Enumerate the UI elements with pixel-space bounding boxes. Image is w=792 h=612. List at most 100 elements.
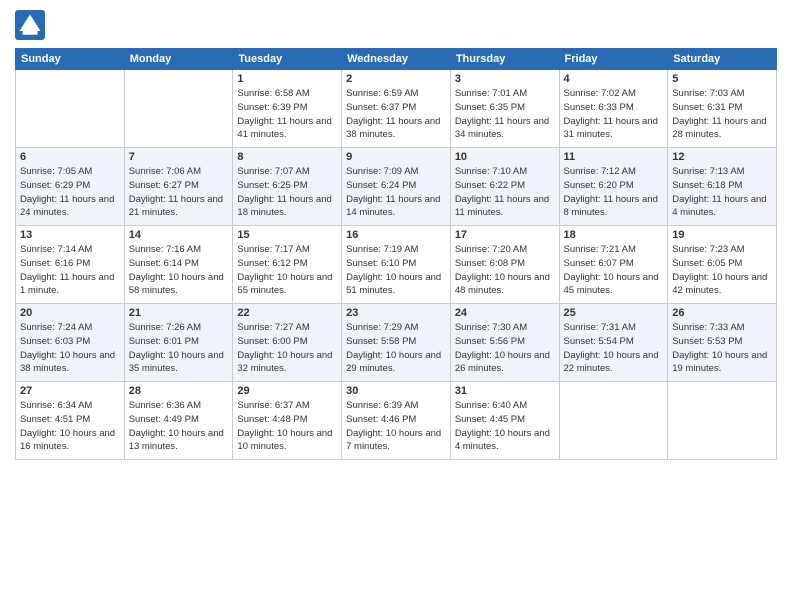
day-header-tuesday: Tuesday	[233, 49, 342, 70]
calendar-cell	[16, 70, 125, 148]
calendar-cell	[124, 70, 233, 148]
day-number: 31	[455, 385, 555, 397]
day-info: Sunrise: 7:16 AM Sunset: 6:14 PM Dayligh…	[129, 243, 229, 298]
day-info: Sunrise: 6:39 AM Sunset: 4:46 PM Dayligh…	[346, 399, 446, 454]
calendar-week-3: 13 Sunrise: 7:14 AM Sunset: 6:16 PM Dayli…	[16, 226, 777, 304]
day-info: Sunrise: 7:07 AM Sunset: 6:25 PM Dayligh…	[237, 165, 337, 220]
day-number: 15	[237, 229, 337, 241]
day-number: 26	[672, 307, 772, 319]
day-number: 18	[564, 229, 664, 241]
calendar-cell: 14 Sunrise: 7:16 AM Sunset: 6:14 PM Dayli…	[124, 226, 233, 304]
day-number: 25	[564, 307, 664, 319]
calendar-cell: 12 Sunrise: 7:13 AM Sunset: 6:18 PM Dayli…	[668, 148, 777, 226]
day-info: Sunrise: 7:10 AM Sunset: 6:22 PM Dayligh…	[455, 165, 555, 220]
calendar-cell: 18 Sunrise: 7:21 AM Sunset: 6:07 PM Dayli…	[559, 226, 668, 304]
calendar-cell: 29 Sunrise: 6:37 AM Sunset: 4:48 PM Dayli…	[233, 382, 342, 460]
calendar-cell: 16 Sunrise: 7:19 AM Sunset: 6:10 PM Dayli…	[342, 226, 451, 304]
day-info: Sunrise: 7:31 AM Sunset: 5:54 PM Dayligh…	[564, 321, 664, 376]
day-number: 12	[672, 151, 772, 163]
day-info: Sunrise: 6:59 AM Sunset: 6:37 PM Dayligh…	[346, 87, 446, 142]
calendar-cell: 28Sunrise: 6:36 AM Sunset: 4:49 PM Dayli…	[124, 382, 233, 460]
calendar-week-2: 6Sunrise: 7:05 AM Sunset: 6:29 PM Daylig…	[16, 148, 777, 226]
day-info: Sunrise: 7:01 AM Sunset: 6:35 PM Dayligh…	[455, 87, 555, 142]
header-row: SundayMondayTuesdayWednesdayThursdayFrid…	[16, 49, 777, 70]
calendar-cell: 13 Sunrise: 7:14 AM Sunset: 6:16 PM Dayli…	[16, 226, 125, 304]
day-number: 2	[346, 73, 446, 85]
day-info: Sunrise: 7:06 AM Sunset: 6:27 PM Dayligh…	[129, 165, 229, 220]
day-number: 7	[129, 151, 229, 163]
calendar-cell: 30Sunrise: 6:39 AM Sunset: 4:46 PM Dayli…	[342, 382, 451, 460]
day-info: Sunrise: 7:02 AM Sunset: 6:33 PM Dayligh…	[564, 87, 664, 142]
calendar-week-4: 20 Sunrise: 7:24 AM Sunset: 6:03 PM Dayli…	[16, 304, 777, 382]
calendar-cell: 9 Sunrise: 7:09 AM Sunset: 6:24 PM Daylig…	[342, 148, 451, 226]
day-info: Sunrise: 6:37 AM Sunset: 4:48 PM Dayligh…	[237, 399, 337, 454]
day-number: 1	[237, 73, 337, 85]
calendar-week-5: 27Sunrise: 6:34 AM Sunset: 4:51 PM Dayli…	[16, 382, 777, 460]
calendar-cell: 27Sunrise: 6:34 AM Sunset: 4:51 PM Dayli…	[16, 382, 125, 460]
calendar-cell: 6Sunrise: 7:05 AM Sunset: 6:29 PM Daylig…	[16, 148, 125, 226]
day-number: 23	[346, 307, 446, 319]
logo	[15, 10, 49, 40]
day-info: Sunrise: 7:13 AM Sunset: 6:18 PM Dayligh…	[672, 165, 772, 220]
day-info: Sunrise: 7:33 AM Sunset: 5:53 PM Dayligh…	[672, 321, 772, 376]
day-info: Sunrise: 7:24 AM Sunset: 6:03 PM Dayligh…	[20, 321, 120, 376]
day-number: 21	[129, 307, 229, 319]
calendar-cell: 10 Sunrise: 7:10 AM Sunset: 6:22 PM Dayli…	[450, 148, 559, 226]
day-info: Sunrise: 6:40 AM Sunset: 4:45 PM Dayligh…	[455, 399, 555, 454]
calendar-cell: 7 Sunrise: 7:06 AM Sunset: 6:27 PM Daylig…	[124, 148, 233, 226]
day-info: Sunrise: 6:58 AM Sunset: 6:39 PM Dayligh…	[237, 87, 337, 142]
day-number: 19	[672, 229, 772, 241]
calendar-cell: 22 Sunrise: 7:27 AM Sunset: 6:00 PM Dayli…	[233, 304, 342, 382]
day-info: Sunrise: 7:19 AM Sunset: 6:10 PM Dayligh…	[346, 243, 446, 298]
day-header-monday: Monday	[124, 49, 233, 70]
day-number: 17	[455, 229, 555, 241]
day-info: Sunrise: 7:09 AM Sunset: 6:24 PM Dayligh…	[346, 165, 446, 220]
day-info: Sunrise: 7:29 AM Sunset: 5:58 PM Dayligh…	[346, 321, 446, 376]
day-number: 3	[455, 73, 555, 85]
logo-icon	[15, 10, 45, 40]
day-info: Sunrise: 7:12 AM Sunset: 6:20 PM Dayligh…	[564, 165, 664, 220]
calendar-cell: 5 Sunrise: 7:03 AM Sunset: 6:31 PM Daylig…	[668, 70, 777, 148]
calendar-cell: 17 Sunrise: 7:20 AM Sunset: 6:08 PM Dayli…	[450, 226, 559, 304]
day-info: Sunrise: 7:17 AM Sunset: 6:12 PM Dayligh…	[237, 243, 337, 298]
day-number: 11	[564, 151, 664, 163]
day-number: 20	[20, 307, 120, 319]
day-number: 10	[455, 151, 555, 163]
day-number: 8	[237, 151, 337, 163]
day-number: 16	[346, 229, 446, 241]
day-number: 29	[237, 385, 337, 397]
day-info: Sunrise: 7:14 AM Sunset: 6:16 PM Dayligh…	[20, 243, 120, 298]
day-number: 13	[20, 229, 120, 241]
day-number: 9	[346, 151, 446, 163]
calendar-cell: 21 Sunrise: 7:26 AM Sunset: 6:01 PM Dayli…	[124, 304, 233, 382]
day-number: 5	[672, 73, 772, 85]
day-info: Sunrise: 7:21 AM Sunset: 6:07 PM Dayligh…	[564, 243, 664, 298]
calendar-cell: 19Sunrise: 7:23 AM Sunset: 6:05 PM Dayli…	[668, 226, 777, 304]
day-header-friday: Friday	[559, 49, 668, 70]
day-number: 6	[20, 151, 120, 163]
calendar-week-1: 1 Sunrise: 6:58 AM Sunset: 6:39 PM Daylig…	[16, 70, 777, 148]
calendar-cell: 23 Sunrise: 7:29 AM Sunset: 5:58 PM Dayli…	[342, 304, 451, 382]
day-header-sunday: Sunday	[16, 49, 125, 70]
day-number: 4	[564, 73, 664, 85]
calendar-cell: 8 Sunrise: 7:07 AM Sunset: 6:25 PM Daylig…	[233, 148, 342, 226]
calendar-page: SundayMondayTuesdayWednesdayThursdayFrid…	[0, 0, 792, 612]
day-info: Sunrise: 7:30 AM Sunset: 5:56 PM Dayligh…	[455, 321, 555, 376]
calendar-cell: 3 Sunrise: 7:01 AM Sunset: 6:35 PM Daylig…	[450, 70, 559, 148]
day-info: Sunrise: 7:20 AM Sunset: 6:08 PM Dayligh…	[455, 243, 555, 298]
calendar-cell: 25 Sunrise: 7:31 AM Sunset: 5:54 PM Dayli…	[559, 304, 668, 382]
day-info: Sunrise: 7:27 AM Sunset: 6:00 PM Dayligh…	[237, 321, 337, 376]
day-info: Sunrise: 7:03 AM Sunset: 6:31 PM Dayligh…	[672, 87, 772, 142]
day-number: 22	[237, 307, 337, 319]
calendar-cell	[559, 382, 668, 460]
day-info: Sunrise: 7:26 AM Sunset: 6:01 PM Dayligh…	[129, 321, 229, 376]
day-number: 28	[129, 385, 229, 397]
day-number: 27	[20, 385, 120, 397]
calendar-cell: 20 Sunrise: 7:24 AM Sunset: 6:03 PM Dayli…	[16, 304, 125, 382]
calendar-cell: 26 Sunrise: 7:33 AM Sunset: 5:53 PM Dayli…	[668, 304, 777, 382]
calendar-cell: 15 Sunrise: 7:17 AM Sunset: 6:12 PM Dayli…	[233, 226, 342, 304]
calendar-cell: 31 Sunrise: 6:40 AM Sunset: 4:45 PM Dayli…	[450, 382, 559, 460]
calendar-cell: 24Sunrise: 7:30 AM Sunset: 5:56 PM Dayli…	[450, 304, 559, 382]
day-number: 14	[129, 229, 229, 241]
day-header-saturday: Saturday	[668, 49, 777, 70]
